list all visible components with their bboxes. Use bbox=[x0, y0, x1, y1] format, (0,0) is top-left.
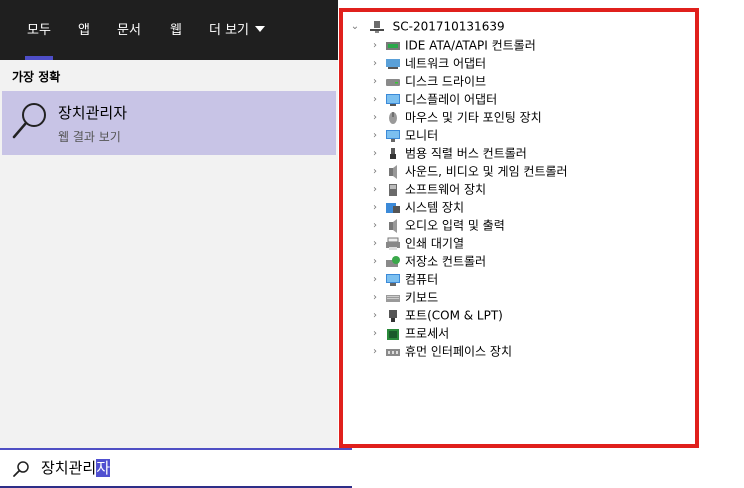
ide-controller-icon bbox=[386, 41, 400, 50]
audio-icon bbox=[389, 218, 397, 233]
disk-drive-icon bbox=[386, 78, 400, 86]
chevron-right-icon[interactable]: › bbox=[369, 91, 381, 109]
chevron-right-icon[interactable]: › bbox=[369, 199, 381, 217]
tree-category-item[interactable]: › 시스템 장치 bbox=[369, 198, 464, 216]
chevron-right-icon[interactable]: › bbox=[369, 37, 381, 55]
chevron-right-icon[interactable]: › bbox=[369, 127, 381, 145]
tree-category-label: 키보드 bbox=[405, 290, 439, 305]
chevron-right-icon[interactable]: › bbox=[369, 181, 381, 199]
chevron-right-icon[interactable]: › bbox=[369, 163, 381, 181]
chevron-right-icon[interactable]: › bbox=[369, 235, 381, 253]
tree-root-label: SC-201710131639 bbox=[392, 19, 505, 34]
tree-category-label: 휴먼 인터페이스 장치 bbox=[405, 344, 512, 359]
system-device-icon bbox=[386, 202, 400, 213]
chevron-down-icon[interactable]: ⌄ bbox=[349, 19, 361, 35]
hid-icon bbox=[386, 348, 400, 356]
best-match-subtitle: 웹 결과 보기 bbox=[58, 130, 121, 144]
tree-category-item[interactable]: › 포트(COM & LPT) bbox=[369, 306, 503, 324]
chevron-right-icon[interactable]: › bbox=[369, 271, 381, 289]
search-query: 장치관리자 bbox=[41, 457, 111, 479]
tree-category-item[interactable]: › 마우스 및 기타 포인팅 장치 bbox=[369, 108, 542, 126]
tree-category-label: 포트(COM & LPT) bbox=[405, 308, 503, 323]
search-input[interactable]: 장치관리자 bbox=[0, 448, 352, 488]
search-icon bbox=[13, 461, 29, 477]
tree-category-label: 범용 직렬 버스 컨트롤러 bbox=[405, 146, 527, 161]
tree-category-item[interactable]: › IDE ATA/ATAPI 컨트롤러 bbox=[369, 36, 536, 54]
search-panel: 모두 앱 문서 웹 더 보기 가장 정확 장치관리자 웹 결과 보기 bbox=[0, 0, 338, 488]
usb-icon bbox=[390, 147, 396, 159]
speaker-icon bbox=[389, 164, 397, 179]
chevron-right-icon[interactable]: › bbox=[369, 55, 381, 73]
tree-root[interactable]: ⌄ SC-201710131639 bbox=[349, 18, 505, 34]
tree-category-item[interactable]: › 컴퓨터 bbox=[369, 270, 438, 288]
computer-root-icon bbox=[369, 20, 384, 33]
best-match-result[interactable]: 장치관리자 웹 결과 보기 bbox=[2, 91, 336, 155]
tree-category-label: IDE ATA/ATAPI 컨트롤러 bbox=[405, 38, 536, 53]
chevron-right-icon[interactable]: › bbox=[369, 307, 381, 325]
chevron-right-icon[interactable]: › bbox=[369, 253, 381, 271]
tree-category-label: 컴퓨터 bbox=[405, 272, 439, 287]
tab-more[interactable]: 더 보기 bbox=[209, 0, 266, 60]
tree-category-item[interactable]: › 모니터 bbox=[369, 126, 438, 144]
search-tabs: 모두 앱 문서 웹 더 보기 bbox=[0, 0, 338, 60]
tree-category-item[interactable]: › 디스플레이 어댑터 bbox=[369, 90, 497, 108]
monitor-icon bbox=[386, 129, 400, 142]
port-icon bbox=[389, 309, 397, 322]
keyboard-icon bbox=[386, 294, 400, 302]
tree-category-item[interactable]: › 범용 직렬 버스 컨트롤러 bbox=[369, 144, 527, 162]
tree-category-item[interactable]: › 네트워크 어댑터 bbox=[369, 54, 486, 72]
tree-category-item[interactable]: › 소프트웨어 장치 bbox=[369, 180, 486, 198]
device-manager-tree: ⌄ SC-201710131639 › IDE ATA/ATAPI 컨트롤러 › 네트… bbox=[339, 8, 699, 448]
processor-icon bbox=[387, 328, 399, 340]
search-query-selection: 자 bbox=[96, 459, 111, 477]
tree-category-item[interactable]: › 휴먼 인터페이스 장치 bbox=[369, 342, 512, 360]
tree-category-label: 디스크 드라이브 bbox=[405, 74, 487, 89]
search-query-text: 장치관리 bbox=[41, 459, 97, 477]
network-adapter-icon bbox=[386, 58, 400, 69]
computer-icon bbox=[386, 273, 400, 286]
tree-category-item[interactable]: › 디스크 드라이브 bbox=[369, 72, 486, 90]
tree-category-label: 네트워크 어댑터 bbox=[405, 56, 487, 71]
mouse-icon bbox=[389, 111, 397, 124]
tree-category-label: 모니터 bbox=[405, 128, 439, 143]
chevron-right-icon[interactable]: › bbox=[369, 343, 381, 361]
tab-web[interactable]: 웹 bbox=[170, 0, 182, 60]
tree-category-label: 마우스 및 기타 포인팅 장치 bbox=[405, 110, 542, 125]
chevron-right-icon[interactable]: › bbox=[369, 217, 381, 235]
tab-apps[interactable]: 앱 bbox=[78, 0, 90, 60]
software-device-icon bbox=[389, 183, 397, 196]
tree-category-item[interactable]: › 프로세서 bbox=[369, 324, 449, 342]
storage-controller-icon bbox=[386, 255, 400, 267]
printer-icon bbox=[386, 237, 400, 250]
tree-category-item[interactable]: › 사운드, 비디오 및 게임 컨트롤러 bbox=[369, 162, 568, 180]
tree-category-label: 소프트웨어 장치 bbox=[405, 182, 487, 197]
tree-category-label: 오디오 입력 및 출력 bbox=[405, 218, 505, 233]
chevron-right-icon[interactable]: › bbox=[369, 325, 381, 343]
chevron-right-icon[interactable]: › bbox=[369, 109, 381, 127]
best-match-heading: 가장 정확 bbox=[12, 70, 61, 84]
chevron-right-icon[interactable]: › bbox=[369, 145, 381, 163]
best-match-title: 장치관리자 bbox=[58, 104, 128, 122]
chevron-right-icon[interactable]: › bbox=[369, 73, 381, 91]
magnifier-icon bbox=[12, 103, 46, 139]
tree-category-label: 디스플레이 어댑터 bbox=[405, 92, 498, 107]
tree-category-item[interactable]: › 키보드 bbox=[369, 288, 438, 306]
tree-category-label: 프로세서 bbox=[405, 326, 450, 341]
tree-category-item[interactable]: › 오디오 입력 및 출력 bbox=[369, 216, 505, 234]
tree-category-item[interactable]: › 저장소 컨트롤러 bbox=[369, 252, 486, 270]
chevron-down-icon bbox=[255, 26, 266, 32]
tree-category-label: 사운드, 비디오 및 게임 컨트롤러 bbox=[405, 164, 568, 179]
tree-category-label: 인쇄 대기열 bbox=[405, 236, 465, 251]
tab-all[interactable]: 모두 bbox=[25, 0, 53, 60]
tree-category-item[interactable]: › 인쇄 대기열 bbox=[369, 234, 464, 252]
tab-documents[interactable]: 문서 bbox=[117, 0, 141, 60]
chevron-right-icon[interactable]: › bbox=[369, 289, 381, 307]
display-adapter-icon bbox=[386, 93, 400, 106]
tree-category-label: 저장소 컨트롤러 bbox=[405, 254, 487, 269]
tree-category-label: 시스템 장치 bbox=[405, 200, 465, 215]
